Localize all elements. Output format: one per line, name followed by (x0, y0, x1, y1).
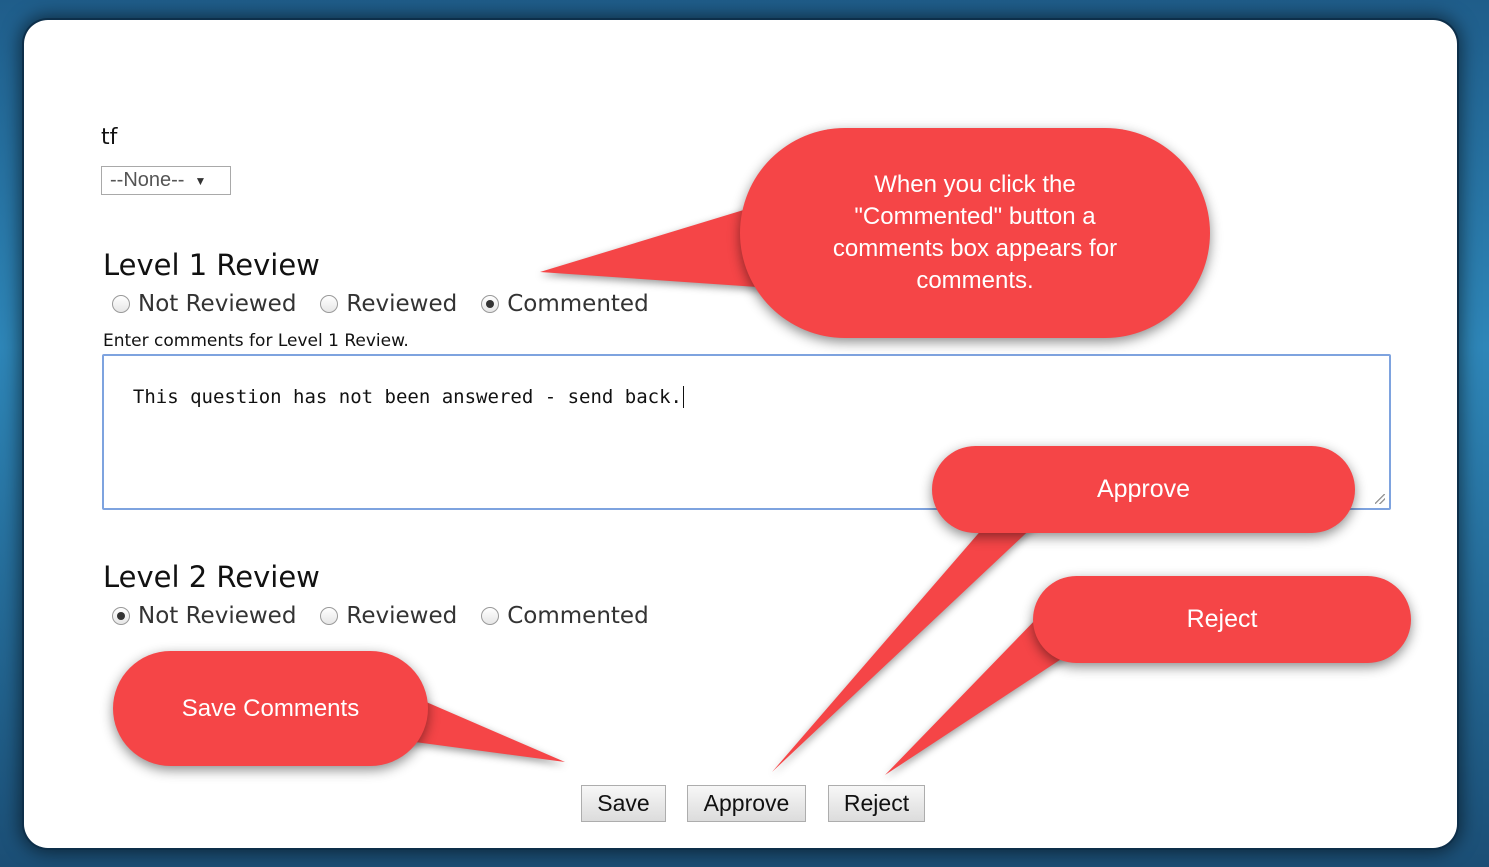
save-comments-callout: Save Comments (113, 651, 428, 766)
radio-icon[interactable] (481, 607, 500, 625)
approve-callout: Approve (932, 446, 1355, 533)
level2-radio-group: Not Reviewed Reviewed Commented (112, 601, 673, 631)
level2-option-label: Not Reviewed (138, 603, 297, 629)
level1-option-label: Reviewed (346, 291, 458, 317)
radio-icon[interactable] (320, 607, 339, 625)
tf-select[interactable]: --None-- ▼ (101, 166, 231, 195)
level2-option-label: Reviewed (346, 603, 458, 629)
save-button[interactable]: Save (581, 785, 666, 822)
level1-option-not-reviewed[interactable]: Not Reviewed (112, 291, 296, 317)
level1-option-label: Not Reviewed (138, 291, 297, 317)
level1-comments-label: Enter comments for Level 1 Review. (103, 331, 409, 351)
text-cursor (682, 386, 684, 408)
approve-callout-pointer (772, 520, 1040, 772)
level2-option-not-reviewed[interactable]: Not Reviewed (112, 603, 296, 629)
level1-option-label: Commented (507, 291, 649, 317)
radio-checked-icon[interactable] (112, 607, 130, 625)
level1-radio-group: Not Reviewed Reviewed Commented (112, 289, 673, 319)
reject-button[interactable]: Reject (828, 785, 925, 822)
radio-icon[interactable] (320, 295, 339, 313)
level2-heading: Level 2 Review (103, 560, 320, 594)
radio-checked-icon[interactable] (481, 295, 500, 313)
commented-callout: When you click the "Commented" button a … (740, 128, 1210, 338)
level1-option-commented[interactable]: Commented (481, 291, 649, 317)
resize-handle-icon[interactable] (1375, 494, 1385, 504)
approve-button[interactable]: Approve (687, 785, 806, 822)
radio-icon[interactable] (112, 295, 130, 313)
tf-select-value: --None-- (110, 169, 185, 191)
level1-option-reviewed[interactable]: Reviewed (320, 291, 457, 317)
level2-option-commented[interactable]: Commented (481, 603, 649, 629)
tf-field-label: tf (101, 125, 118, 150)
chevron-down-icon: ▼ (194, 173, 207, 188)
level1-comments-text: This question has not been answered - se… (132, 386, 682, 408)
reject-callout: Reject (1033, 576, 1411, 663)
level1-heading: Level 1 Review (103, 248, 320, 282)
level2-option-reviewed[interactable]: Reviewed (320, 603, 457, 629)
level2-option-label: Commented (507, 603, 649, 629)
